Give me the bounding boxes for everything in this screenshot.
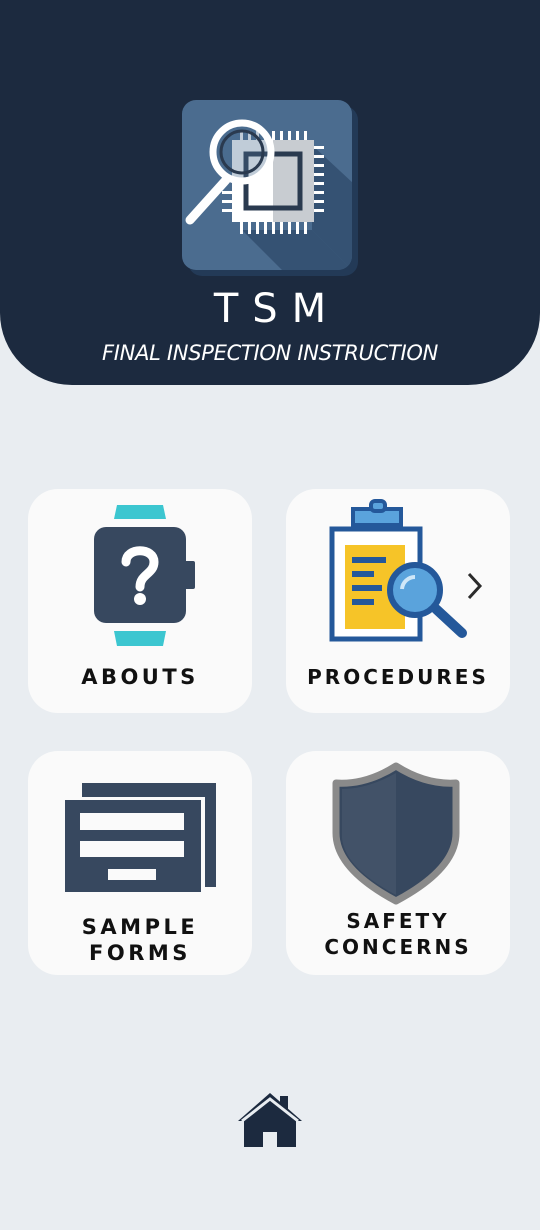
safety-concerns-label: SAFETY CONCERNS bbox=[324, 909, 472, 959]
chevron-right-icon[interactable] bbox=[464, 571, 488, 601]
sample-forms-tile-button[interactable]: SAMPLE FORMS bbox=[28, 751, 252, 975]
abouts-tile-button[interactable]: ABOUTS bbox=[28, 489, 252, 713]
safety-concerns-tile-button[interactable]: SAFETY CONCERNS bbox=[286, 751, 510, 975]
sample-forms-label: SAMPLE FORMS bbox=[81, 915, 199, 965]
procedures-tile-button[interactable]: PROCEDURES bbox=[286, 489, 510, 713]
app-title: TSM bbox=[213, 286, 341, 332]
abouts-label: ABOUTS bbox=[81, 665, 199, 689]
chip-inspection-icon bbox=[182, 100, 358, 276]
home-icon[interactable] bbox=[236, 1090, 304, 1150]
procedures-label: PROCEDURES bbox=[307, 665, 489, 689]
app-subtitle: FINAL INSPECTION INSTRUCTION bbox=[101, 341, 439, 365]
app-header: TSM FINAL INSPECTION INSTRUCTION bbox=[0, 0, 540, 385]
